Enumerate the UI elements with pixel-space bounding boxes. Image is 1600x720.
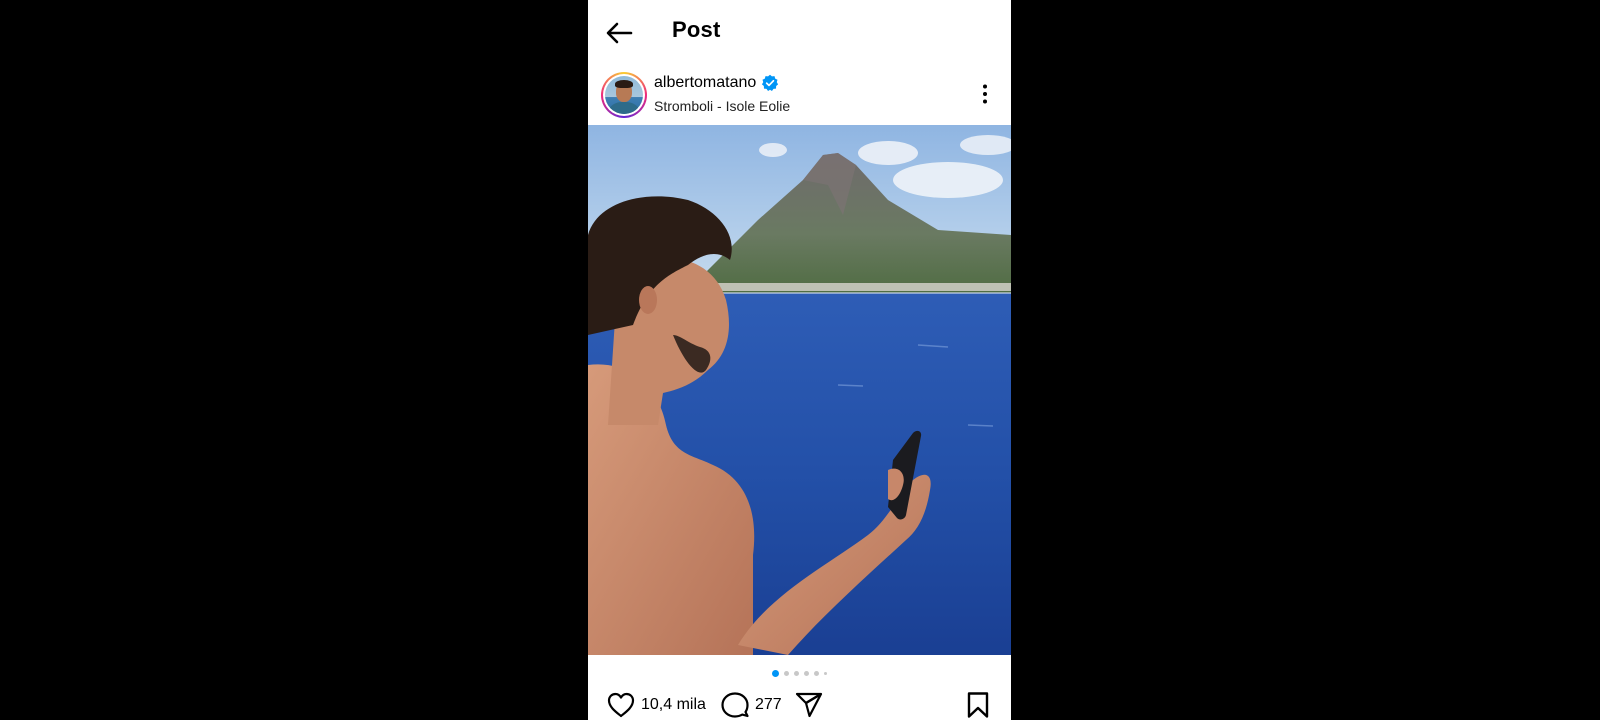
comment-icon bbox=[721, 692, 749, 718]
phone-screen: Post albertomatano Stromboli - Isole Eol… bbox=[588, 0, 1011, 720]
carousel-dot bbox=[814, 670, 819, 676]
share-icon bbox=[795, 692, 823, 718]
post-header: albertomatano Stromboli - Isole Eolie bbox=[588, 68, 1011, 124]
post-action-bar: 10,4 mila 277 bbox=[588, 688, 1011, 720]
like-button[interactable]: 10,4 mila bbox=[606, 690, 706, 720]
more-vertical-icon[interactable] bbox=[973, 82, 997, 106]
carousel-dot bbox=[804, 670, 809, 676]
share-button[interactable] bbox=[794, 690, 824, 720]
carousel-indicator bbox=[588, 668, 1011, 678]
avatar-image bbox=[605, 76, 643, 114]
carousel-dot bbox=[794, 670, 799, 676]
page-title: Post bbox=[672, 17, 721, 42]
heart-icon bbox=[607, 692, 635, 718]
save-button[interactable] bbox=[963, 690, 993, 720]
username: albertomatano bbox=[654, 74, 757, 91]
verified-badge-icon bbox=[761, 74, 779, 92]
like-count: 10,4 mila bbox=[641, 696, 706, 713]
top-app-bar: Post bbox=[588, 0, 1011, 64]
post-photo[interactable] bbox=[588, 125, 1011, 655]
bookmark-icon bbox=[967, 692, 989, 718]
carousel-dot bbox=[784, 670, 789, 676]
avatar[interactable] bbox=[601, 72, 647, 118]
carousel-dot bbox=[824, 671, 827, 675]
comment-count: 277 bbox=[755, 696, 782, 713]
back-arrow-icon[interactable] bbox=[604, 18, 634, 48]
username-link[interactable]: albertomatano bbox=[654, 74, 779, 92]
carousel-dot-active bbox=[772, 669, 779, 677]
comment-button[interactable]: 277 bbox=[720, 690, 782, 720]
location-link[interactable]: Stromboli - Isole Eolie bbox=[654, 98, 790, 114]
